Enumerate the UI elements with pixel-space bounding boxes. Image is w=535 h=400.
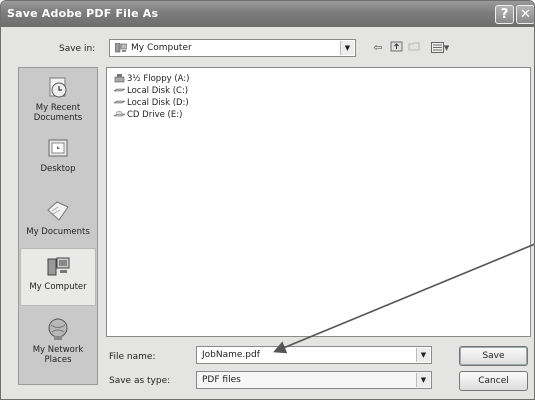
- save-dialog: Save Adobe PDF File As ? ✕ Save in: My C…: [0, 0, 535, 400]
- annotation-arrow: [273, 243, 534, 354]
